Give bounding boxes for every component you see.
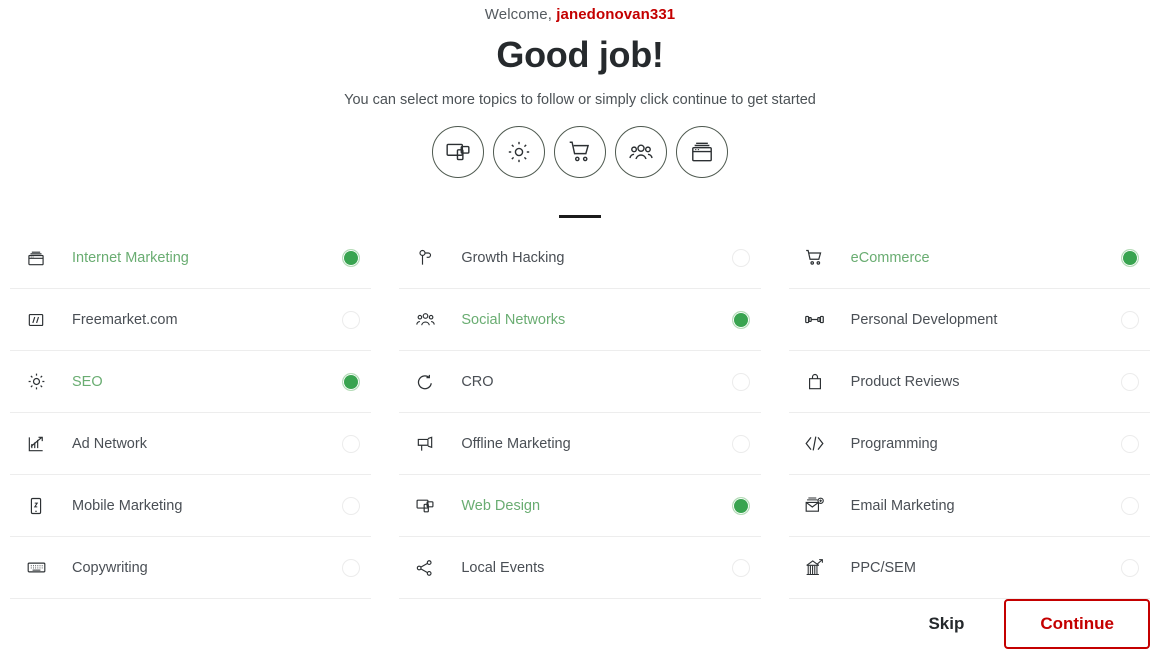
people-group-icon [413,308,437,332]
topic-row[interactable]: Internet Marketing [10,227,372,289]
topic-row[interactable]: Copywriting [10,537,372,599]
topic-row[interactable]: Email Marketing [788,475,1150,537]
footer-actions: Skip Continue [924,599,1150,649]
topic-radio[interactable] [1120,496,1139,515]
topic-row[interactable]: eCommerce [788,227,1150,289]
category-icon-settings[interactable] [493,126,545,178]
category-icon-row [0,126,1160,178]
topic-radio[interactable] [1120,558,1139,577]
topic-label: Growth Hacking [461,249,565,266]
topic-radio[interactable] [1120,248,1139,267]
envelope-plus-icon [803,494,827,518]
topic-label: Local Events [461,559,545,576]
devices-icon [445,139,471,165]
topic-radio[interactable] [1120,434,1139,453]
topic-column-1: Internet Marketing Freemarket.com SEO Ad… [10,227,372,599]
topic-radio[interactable] [731,558,750,577]
people-group-icon [628,139,654,165]
page-header: Welcome, janedonovan331 Good job! You ca… [0,0,1160,108]
refresh-cycle-icon [413,370,437,394]
topic-row[interactable]: PPC/SEM [788,537,1150,599]
topic-radio[interactable] [731,372,750,391]
topic-row[interactable]: Mobile Marketing [10,475,372,537]
bar-chart-arrow-icon [803,556,827,580]
topic-columns: Internet Marketing Freemarket.com SEO Ad… [0,227,1160,599]
skip-button[interactable]: Skip [924,608,968,640]
continue-button[interactable]: Continue [1004,599,1150,649]
topic-radio[interactable] [731,248,750,267]
topic-label: Programming [850,435,938,452]
welcome-prefix: Welcome, [484,6,557,23]
topic-radio[interactable] [731,434,750,453]
gear-icon [24,370,48,394]
topic-label: CRO [461,373,494,390]
topic-row[interactable]: Programming [788,413,1150,475]
topic-label: Internet Marketing [72,249,189,266]
code-brackets-icon [803,432,827,456]
slash-box-icon [24,308,48,332]
topic-label: Email Marketing [850,497,955,514]
topic-row[interactable]: Social Networks [399,289,761,351]
topic-radio[interactable] [342,310,361,329]
category-icon-cart[interactable] [554,126,606,178]
flag-pin-icon [413,246,437,270]
topic-label: Ad Network [72,435,147,452]
topic-radio[interactable] [731,310,750,329]
category-icon-devices[interactable] [432,126,484,178]
topic-row[interactable]: Ad Network [10,413,372,475]
topic-radio[interactable] [342,558,361,577]
topic-label: eCommerce [850,249,930,266]
topic-radio[interactable] [342,434,361,453]
topic-column-3: eCommerce Personal Development Product R… [788,227,1150,599]
topic-label: Mobile Marketing [72,497,183,514]
topic-row[interactable]: Growth Hacking [399,227,761,289]
topic-row[interactable]: Product Reviews [788,351,1150,413]
username: janedonovan331 [556,6,676,23]
page-subtitle: You can select more topics to follow or … [344,92,816,108]
topic-row[interactable]: Personal Development [788,289,1150,351]
growth-chart-icon [24,432,48,456]
topic-radio[interactable] [342,372,361,391]
category-icon-browser[interactable] [676,126,728,178]
topic-row[interactable]: Web Design [399,475,761,537]
keyboard-icon [24,556,48,580]
megaphone-icon [413,432,437,456]
topic-label: Freemarket.com [72,311,178,328]
topic-label: Product Reviews [850,373,960,390]
topic-row[interactable]: Local Events [399,537,761,599]
topic-label: Personal Development [850,311,998,328]
page-title: Good job! [496,34,664,75]
topic-row[interactable]: CRO [399,351,761,413]
gear-icon [506,139,532,165]
browser-windows-icon [24,246,48,270]
mobile-phone-icon [24,494,48,518]
topic-column-2: Growth Hacking Social Networks CRO Offli… [399,227,761,599]
topic-label: Copywriting [72,559,148,576]
topic-label: Web Design [461,497,541,514]
section-divider [559,215,601,218]
shopping-cart-icon [803,246,827,270]
shopping-cart-icon [567,139,593,165]
topic-radio[interactable] [731,496,750,515]
category-icon-people[interactable] [615,126,667,178]
share-nodes-icon [413,556,437,580]
topic-label: Offline Marketing [461,435,571,452]
topic-row[interactable]: SEO [10,351,372,413]
topic-label: PPC/SEM [850,559,916,576]
topic-row[interactable]: Offline Marketing [399,413,761,475]
dumbbell-icon [803,308,827,332]
topic-label: Social Networks [461,311,566,328]
topic-label: SEO [72,373,103,390]
browser-window-icon [689,139,715,165]
topic-radio[interactable] [1120,310,1139,329]
topic-radio[interactable] [1120,372,1139,391]
shopping-bag-icon [803,370,827,394]
topic-radio[interactable] [342,496,361,515]
devices-icon [413,494,437,518]
welcome-line: Welcome, janedonovan331 [0,6,1160,23]
topic-row[interactable]: Freemarket.com [10,289,372,351]
topic-radio[interactable] [342,248,361,267]
onboarding-page: Welcome, janedonovan331 Good job! You ca… [0,0,1160,663]
